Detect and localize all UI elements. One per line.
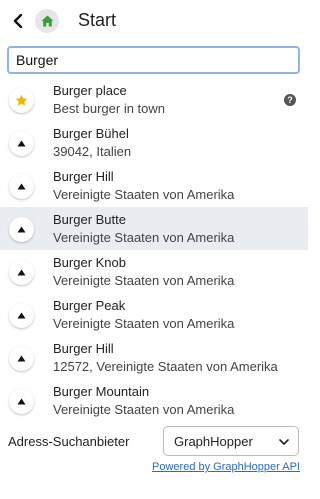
result-description: 39042, Italien [53, 144, 132, 159]
result-description: Vereinigte Staaten von Amerika [53, 316, 235, 331]
triangle-up-icon [9, 174, 34, 199]
result-name: Burger place [53, 83, 127, 98]
home-button[interactable] [35, 9, 59, 33]
result-description: 12572, Vereinigte Staaten von Amerika [53, 359, 278, 374]
result-item[interactable]: Burger Mountain Vereinigte Staaten von Am… [0, 379, 308, 422]
result-description: Vereinigte Staaten von Amerika [53, 230, 235, 245]
result-description: Best burger in town [53, 101, 166, 116]
search-input[interactable] [7, 46, 300, 74]
triangle-up-icon [9, 217, 34, 242]
result-item[interactable]: Burger place Best burger in town? [0, 78, 308, 121]
result-description: Vereinigte Staaten von Amerika [53, 187, 235, 202]
page-title: Start [78, 10, 117, 30]
search-box [7, 46, 300, 74]
chevron-down-icon [279, 439, 289, 445]
result-name: Burger Butte [53, 212, 126, 227]
result-name: Burger Peak [53, 298, 126, 313]
result-item[interactable]: Burger Peak Vereinigte Staaten von Amerik… [0, 293, 308, 336]
powered-by-link[interactable]: Powered by GraphHopper API [152, 461, 300, 473]
provider-label: Adress-Suchanbieter [8, 434, 130, 449]
triangle-up-icon [9, 131, 34, 156]
chevron-left-icon [13, 14, 23, 28]
result-name: Burger Mountain [53, 384, 150, 399]
triangle-up-icon [9, 389, 34, 414]
header-bar: Start [0, 0, 308, 42]
star-icon [9, 88, 34, 113]
result-item[interactable]: Burger Bühel 39042, Italien [0, 121, 308, 164]
triangle-up-icon [9, 303, 34, 328]
back-button[interactable] [10, 11, 26, 31]
result-description: Vereinigte Staaten von Amerika [53, 402, 235, 417]
result-name: Burger Hill [53, 169, 114, 184]
result-name: Burger Hill [53, 341, 114, 356]
triangle-up-icon [9, 260, 34, 285]
result-description: Vereinigte Staaten von Amerika [53, 273, 235, 288]
provider-select-value: GraphHopper [174, 434, 253, 449]
triangle-up-icon [9, 346, 34, 371]
result-name: Burger Knob [53, 255, 126, 270]
result-name: Burger Bühel [53, 126, 129, 141]
help-icon[interactable]: ? [284, 94, 296, 106]
result-item[interactable]: Burger Hill 12572, Vereinigte Staaten von… [0, 336, 308, 379]
result-item[interactable]: Burger Hill Vereinigte Staaten von Amerik… [0, 164, 308, 207]
result-item[interactable]: Burger Knob Vereinigte Staaten von Amerik… [0, 250, 308, 293]
result-item[interactable]: Burger Butte Vereinigte Staaten von Ameri… [0, 207, 308, 250]
provider-select[interactable]: GraphHopper [163, 426, 299, 456]
home-icon [41, 15, 53, 27]
results-list: Burger place Best burger in town? Burger B… [0, 78, 308, 422]
